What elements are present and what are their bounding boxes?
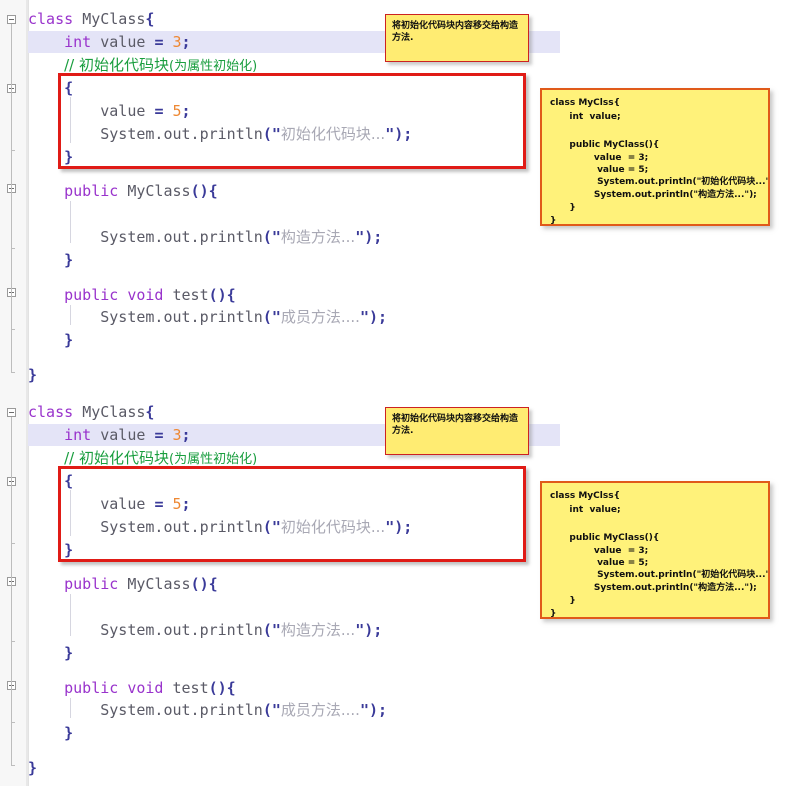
fold-region-end-tick	[11, 372, 15, 373]
callout-line: class MyClss{	[550, 98, 620, 108]
annotation-note: 将初始化代码块内容移交给构造方法.	[385, 407, 529, 455]
code-line: public MyClass(){	[64, 575, 218, 593]
callout-line: }	[550, 609, 557, 619]
code-line: value = 5;	[28, 102, 191, 120]
annotation-note: 将初始化代码块内容移交给构造方法.	[385, 14, 529, 62]
code-line: public MyClass(){	[64, 182, 218, 200]
callout-line: int value;	[560, 505, 621, 515]
editor-gutter[interactable]	[0, 393, 29, 786]
code-line: int value = 3;	[64, 33, 191, 51]
code-line: }	[28, 759, 38, 777]
code-line: System.out.println("初始化代码块...");	[28, 518, 413, 536]
code-line: }	[64, 331, 74, 349]
fold-marker-icon[interactable]	[7, 408, 16, 417]
fold-region-end-tick	[11, 150, 15, 151]
fold-region-line	[11, 486, 12, 543]
callout-line: class MyClss{	[550, 491, 620, 501]
code-line: }	[64, 724, 74, 742]
fold-region-end-tick	[11, 641, 15, 642]
callout-line: }	[560, 596, 576, 606]
code-line: }	[64, 541, 74, 559]
code-line: }	[64, 644, 74, 662]
fold-region-line	[11, 586, 12, 641]
code-line: public void test(){	[64, 679, 236, 697]
callout-line: System.out.println("初始化代码块...");	[572, 570, 770, 580]
callout-line: public MyClass(){	[560, 533, 660, 543]
code-line: System.out.println("成员方法....");	[28, 308, 388, 326]
code-line: System.out.println("构造方法...");	[28, 621, 383, 639]
fold-region-line	[11, 93, 12, 150]
code-line: value = 5;	[28, 495, 191, 513]
code-callout-box: class MyClss{ int value; public MyClass(…	[540, 481, 770, 619]
editor-gutter[interactable]	[0, 0, 29, 393]
code-line: System.out.println("成员方法....");	[28, 701, 388, 719]
callout-line: value = 3;	[572, 153, 649, 163]
fold-region-end-tick	[11, 329, 15, 330]
code-line: System.out.println("构造方法...");	[28, 228, 383, 246]
callout-line: }	[550, 216, 557, 226]
callout-line: int value;	[560, 112, 621, 122]
code-line: }	[64, 251, 74, 269]
code-line: }	[64, 148, 74, 166]
code-line: {	[64, 79, 74, 97]
fold-region-end-tick	[11, 543, 15, 544]
code-callout-box: class MyClss{ int value; public MyClass(…	[540, 88, 770, 226]
code-line: System.out.println("初始化代码块...");	[28, 125, 413, 143]
fold-region-end-tick	[11, 248, 15, 249]
fold-region-line	[11, 690, 12, 722]
callout-line: value = 5;	[572, 165, 649, 175]
callout-line: System.out.println("构造方法...");	[572, 190, 757, 200]
fold-region-line	[11, 193, 12, 248]
callout-line: }	[560, 203, 576, 213]
code-line: int value = 3;	[64, 426, 191, 444]
editor-pane-top[interactable]: class MyClass{ int value = 3; // 初始化代码块(…	[0, 0, 800, 393]
callout-line: public MyClass(){	[560, 140, 660, 150]
editor-pane-bottom[interactable]: class MyClass{ int value = 3; // 初始化代码块(…	[0, 393, 800, 786]
code-line: class MyClass{	[28, 403, 155, 421]
code-line: public void test(){	[64, 286, 236, 304]
code-line: class MyClass{	[28, 10, 155, 28]
fold-region-end-tick	[11, 765, 15, 766]
fold-marker-icon[interactable]	[7, 15, 16, 24]
code-line: // 初始化代码块(为属性初始化)	[64, 449, 258, 467]
callout-line: value = 3;	[572, 546, 649, 556]
fold-region-end-tick	[11, 722, 15, 723]
code-line: {	[64, 472, 74, 490]
callout-line: System.out.println("初始化代码块...");	[572, 177, 770, 187]
code-line: // 初始化代码块(为属性初始化)	[64, 56, 258, 74]
callout-line: System.out.println("构造方法...");	[572, 583, 757, 593]
callout-line: value = 5;	[572, 558, 649, 568]
code-line: }	[28, 366, 38, 384]
fold-region-line	[11, 297, 12, 329]
